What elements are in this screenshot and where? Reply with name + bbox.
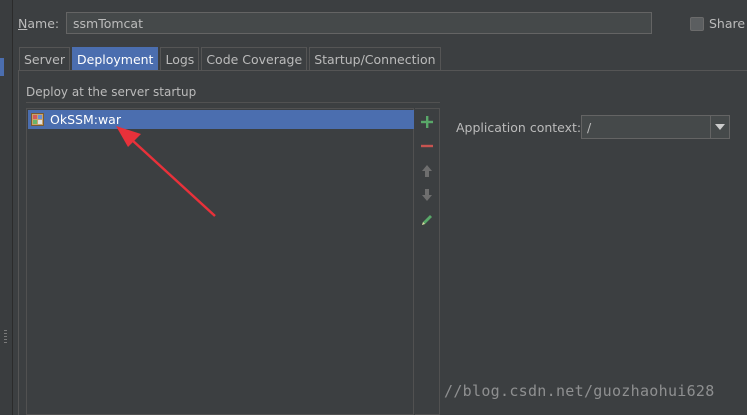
artifact-label: OkSSM:war [50, 112, 121, 127]
list-item[interactable]: OkSSM:war [28, 110, 414, 129]
deploy-section-title: Deploy at the server startup [26, 85, 197, 99]
deploy-artifact-list[interactable]: OkSSM:war [26, 108, 414, 415]
share-label: Share [709, 16, 746, 31]
section-divider [26, 102, 440, 103]
application-context-label: Application context: [456, 120, 582, 135]
left-config-strip [0, 0, 13, 415]
edit-icon[interactable] [420, 213, 434, 227]
chevron-down-icon [715, 124, 725, 130]
splitter-grip[interactable] [4, 330, 7, 344]
name-field[interactable] [66, 12, 652, 34]
artifact-toolbar [415, 108, 440, 415]
application-context-combo[interactable]: / [581, 115, 730, 139]
combo-arrow-button[interactable] [710, 116, 729, 138]
name-label: Name: [18, 16, 60, 31]
tab-code-coverage[interactable]: Code Coverage [201, 47, 308, 70]
add-icon[interactable] [420, 115, 434, 129]
remove-icon[interactable] [420, 139, 434, 153]
selected-config-marker [0, 58, 4, 76]
tab-deployment[interactable]: Deployment [72, 47, 159, 70]
share-checkbox[interactable] [690, 17, 704, 31]
tab-logs[interactable]: Logs [160, 47, 200, 70]
watermark: //blog.csdn.net/guozhaohui628 [444, 382, 715, 400]
move-up-icon[interactable] [420, 164, 434, 178]
move-down-icon[interactable] [420, 188, 434, 202]
tab-server[interactable]: Server [19, 47, 70, 70]
tab-bar: Server Deployment Logs Code Coverage Sta… [19, 47, 443, 71]
application-context-value: / [587, 120, 592, 135]
war-artifact-icon [31, 113, 44, 126]
tab-startup-connection[interactable]: Startup/Connection [309, 47, 441, 70]
